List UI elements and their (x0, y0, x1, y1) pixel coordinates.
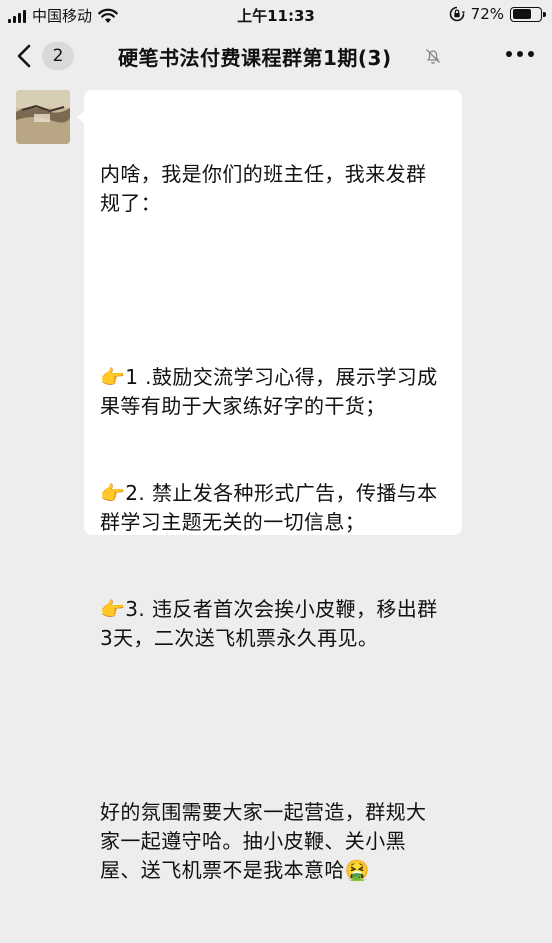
unread-count-badge[interactable]: 2 (42, 42, 74, 70)
battery-percent: 72% (470, 5, 504, 23)
bubble-tail (77, 110, 85, 124)
back-icon[interactable] (14, 43, 34, 69)
battery-icon (510, 6, 546, 22)
chat-title: 硬笔书法付费课程群第1期(3) (118, 46, 392, 70)
status-right: 72% (449, 5, 546, 23)
avatar[interactable] (16, 90, 70, 144)
message-text: 内啥，我是你们的班主任，我来发群规了： 👉1 .鼓励交流学习心得，展示学习成果等… (100, 102, 446, 943)
message-line: 👉1 .鼓励交流学习心得，展示学习成果等有助于大家练好字的干货； (100, 365, 438, 418)
message-line: 👉2. 禁止发各种形式广告，传播与本群学习主题无关的一切信息； (100, 481, 438, 534)
status-bar: 中国移动 上午11:33 72% (0, 0, 552, 30)
message-line (100, 276, 446, 305)
battery-fill (512, 9, 532, 19)
nav-bar: 2 硬笔书法付费课程群第1期(3) (0, 30, 552, 82)
avatar-image (16, 90, 70, 144)
message-line: 好的氛围需要大家一起营造，群规大家一起遵守哈。抽小皮鞭、关小黑屋、送飞机票不是我… (100, 800, 427, 882)
rotation-lock-icon (449, 6, 465, 22)
message-line: 内啥，我是你们的班主任，我来发群规了： (100, 162, 427, 215)
message-bubble[interactable]: 内啥，我是你们的班主任，我来发群规了： 👉1 .鼓励交流学习心得，展示学习成果等… (77, 90, 462, 882)
more-icon[interactable] (506, 51, 534, 57)
message-line: 👉3. 违反者首次会挨小皮鞭，移出群3天，二次送飞机票永久再见。 (100, 597, 438, 650)
mute-bell-icon (426, 49, 440, 64)
message-line (100, 711, 446, 740)
